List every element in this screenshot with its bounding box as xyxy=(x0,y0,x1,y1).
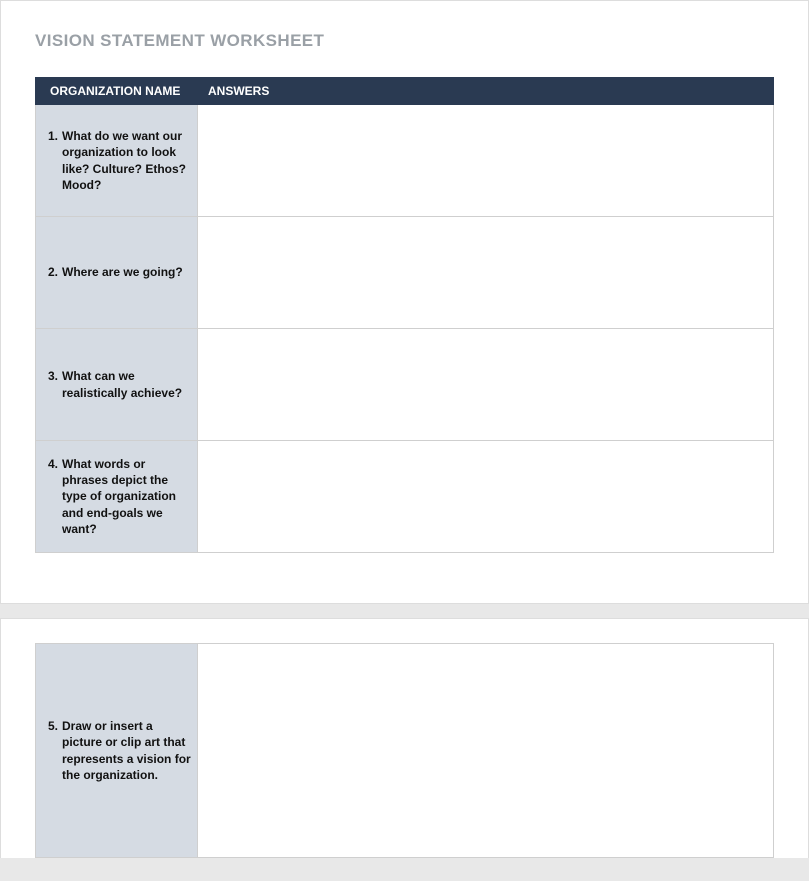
question-text: Where are we going? xyxy=(62,264,191,280)
question-number: 2. xyxy=(44,264,62,280)
question-text: What words or phrases depict the type of… xyxy=(62,456,191,537)
answer-cell[interactable] xyxy=(198,644,774,858)
worksheet-page-1: VISION STATEMENT WORKSHEET ORGANIZATION … xyxy=(0,0,809,604)
question-number: 3. xyxy=(44,368,62,384)
question-cell: 4. What words or phrases depict the type… xyxy=(36,441,198,553)
question-number: 5. xyxy=(44,718,62,734)
question-text: What can we realistically achieve? xyxy=(62,368,191,400)
question-text: Draw or insert a picture or clip art tha… xyxy=(62,718,191,783)
question-cell: 1. What do we want our organization to l… xyxy=(36,105,198,217)
worksheet-table-2: 5. Draw or insert a picture or clip art … xyxy=(35,643,774,858)
table-row: 1. What do we want our organization to l… xyxy=(36,105,774,217)
worksheet-page-2: 5. Draw or insert a picture or clip art … xyxy=(0,618,809,858)
header-answers: ANSWERS xyxy=(198,78,774,105)
table-row: 3. What can we realistically achieve? xyxy=(36,329,774,441)
question-text: What do we want our organization to look… xyxy=(62,128,191,193)
answer-cell[interactable] xyxy=(198,105,774,217)
answer-cell[interactable] xyxy=(198,217,774,329)
table-header-row: ORGANIZATION NAME ANSWERS xyxy=(36,78,774,105)
table-row: 2. Where are we going? xyxy=(36,217,774,329)
page-title: VISION STATEMENT WORKSHEET xyxy=(35,31,774,51)
header-org-name: ORGANIZATION NAME xyxy=(36,78,198,105)
question-cell: 3. What can we realistically achieve? xyxy=(36,329,198,441)
table-row: 4. What words or phrases depict the type… xyxy=(36,441,774,553)
question-cell: 5. Draw or insert a picture or clip art … xyxy=(36,644,198,858)
answer-cell[interactable] xyxy=(198,441,774,553)
question-cell: 2. Where are we going? xyxy=(36,217,198,329)
question-number: 1. xyxy=(44,128,62,144)
question-number: 4. xyxy=(44,456,62,472)
table-row: 5. Draw or insert a picture or clip art … xyxy=(36,644,774,858)
answer-cell[interactable] xyxy=(198,329,774,441)
worksheet-table-1: ORGANIZATION NAME ANSWERS 1. What do we … xyxy=(35,77,774,553)
